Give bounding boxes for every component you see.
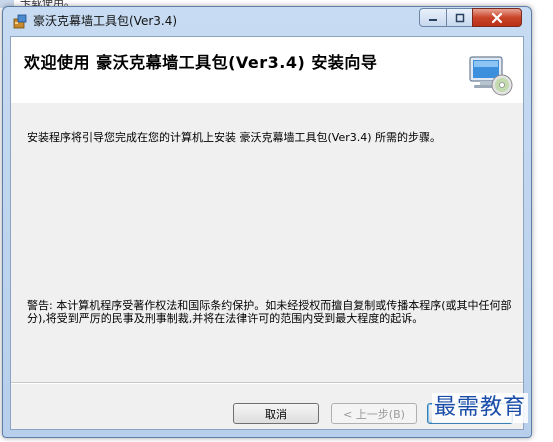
maximize-icon [455, 13, 464, 22]
footer-divider-highlight [11, 383, 523, 384]
maximize-button[interactable] [446, 8, 473, 27]
wizard-title: 欢迎使用 豪沃克幕墙工具包(Ver3.4) 安装向导 [24, 53, 378, 72]
back-button[interactable]: < 上一步(B) [331, 403, 417, 424]
minimize-button[interactable] [419, 8, 447, 27]
installer-app-icon [13, 14, 27, 29]
header-divider [11, 102, 523, 103]
installer-window: 豪沃克幕墙工具包(Ver3.4) 欢迎使用 豪沃克幕墙工具包(Ver3.4) 安… [2, 6, 532, 438]
copyright-warning: 警告: 本计算机程序受著作权法和国际条约保护。如未经授权而擅自复制或传播本程序(… [27, 299, 512, 325]
cancel-button[interactable]: 取消 [233, 403, 319, 424]
computer-disc-icon [469, 56, 513, 96]
watermark-logo: 最需教育 [432, 393, 529, 423]
window-title: 豪沃克幕墙工具包(Ver3.4) [33, 14, 178, 28]
wizard-client-area: 欢迎使用 豪沃克幕墙工具包(Ver3.4) 安装向导 安装程序将引导您完成在您的… [10, 36, 524, 430]
intro-text: 安装程序将引导您完成在您的计算机上安装 豪沃克幕墙工具包(Ver3.4) 所需的… [27, 131, 442, 144]
close-button[interactable] [472, 8, 522, 27]
wizard-header: 欢迎使用 豪沃克幕墙工具包(Ver3.4) 安装向导 [11, 37, 523, 103]
title-bar[interactable]: 豪沃克幕墙工具包(Ver3.4) [3, 7, 531, 35]
minimize-icon [429, 18, 437, 21]
close-icon [491, 12, 503, 23]
